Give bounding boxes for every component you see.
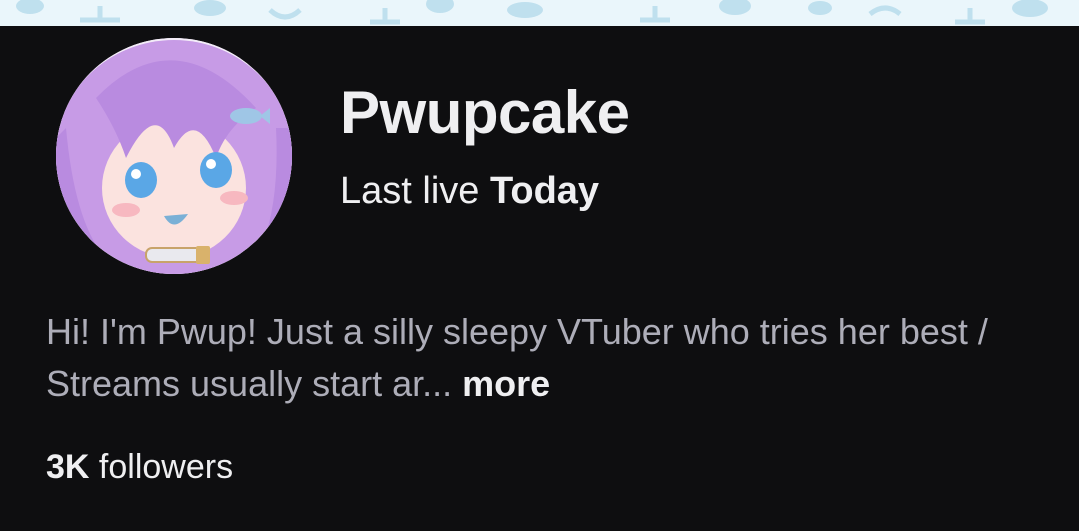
last-live-status: Last live Today — [340, 170, 599, 213]
banner-pattern — [16, 0, 1048, 25]
channel-display-name: Pwupcake — [340, 79, 630, 146]
followers-label: followers — [98, 448, 234, 486]
avatar-illustration — [56, 38, 292, 274]
channel-bio: Hi! I'm Pwup! Just a silly sleepy VTuber… — [46, 306, 1026, 410]
last-live-label: Last live — [340, 170, 480, 212]
bio-more-link[interactable]: more — [462, 363, 550, 404]
last-live-value: Today — [489, 170, 600, 212]
followers-count[interactable]: 3K followers — [46, 448, 233, 487]
followers-number: 3K — [46, 448, 90, 486]
profile-banner — [0, 0, 1079, 26]
avatar[interactable] — [56, 38, 292, 274]
channel-profile-card: Pwupcake Last live Today Hi! I'm Pwup! J… — [0, 26, 1079, 531]
